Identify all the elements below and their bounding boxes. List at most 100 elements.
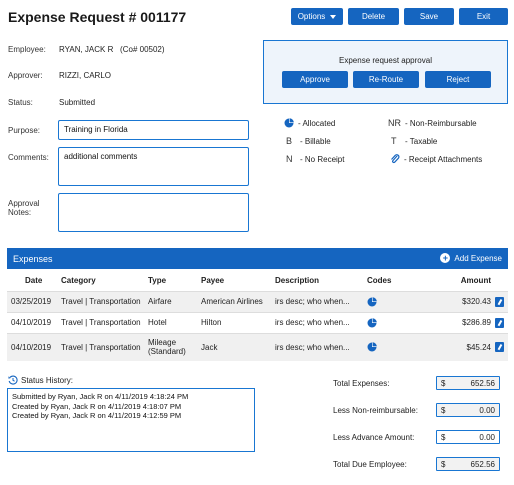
edit-icon[interactable] — [495, 317, 504, 328]
legend-nr-text: - Non-Reimbursable — [405, 118, 477, 128]
delete-button[interactable]: Delete — [348, 8, 399, 25]
history-icon — [8, 375, 18, 385]
row-edit — [493, 312, 508, 333]
row-description: irs desc; who when... — [275, 342, 350, 352]
legend-allocated: - Allocated — [284, 118, 335, 128]
table-row[interactable]: 03/25/2019 Travel | Transportation Airfa… — [7, 291, 508, 312]
reject-button[interactable]: Reject — [425, 71, 491, 88]
edit-icon[interactable] — [495, 296, 504, 307]
approval-title: Expense request approval — [339, 56, 432, 65]
purpose-label: Purpose: — [8, 126, 41, 135]
row-description: irs desc; who when... — [275, 318, 350, 327]
legend-taxable-text: - Taxable — [405, 136, 438, 146]
legend-taxable: T - Taxable — [391, 136, 437, 146]
currency-symbol: $ — [441, 405, 446, 415]
approver-value: RIZZI, CARLO — [59, 71, 112, 80]
reroute-button[interactable]: Re-Route — [353, 71, 419, 88]
legend-nr-code: NR — [388, 118, 401, 128]
row-payee: Hilton — [201, 318, 222, 327]
exit-button[interactable]: Exit — [459, 8, 508, 25]
col-edit — [493, 271, 508, 291]
row-codes — [365, 333, 415, 361]
legend-no-receipt: N - No Receipt — [286, 154, 344, 164]
pie-chart-icon[interactable] — [367, 317, 377, 328]
pie-chart-icon — [284, 118, 294, 128]
row-codes — [365, 291, 415, 312]
total-due-field: $ 652.56 — [436, 457, 500, 471]
options-button[interactable]: Options — [291, 8, 343, 25]
currency-symbol: $ — [441, 459, 446, 469]
legend-receipt-attachments-text: - Receipt Attachments — [404, 154, 483, 164]
col-codes[interactable]: Codes — [365, 271, 415, 291]
status-history-label: Status History: — [8, 375, 73, 385]
row-amount: $286.89 — [462, 318, 491, 327]
row-category: Travel | Transportation — [61, 297, 141, 306]
less-nonreimb-value: 0.00 — [479, 405, 495, 415]
edit-icon[interactable] — [495, 342, 504, 353]
less-advance-input[interactable]: $ 0.00 — [436, 430, 500, 444]
status-label: Status: — [8, 98, 33, 107]
row-date: 04/10/2019 — [11, 318, 52, 327]
caret-down-icon — [330, 14, 337, 19]
expenses-header: Expenses + Add Expense — [7, 248, 508, 269]
status-history-title: Status History: — [21, 375, 74, 385]
approve-button[interactable]: Approve — [282, 71, 348, 88]
row-edit — [493, 291, 508, 312]
table-row[interactable]: 04/10/2019 Travel | Transportation Milea… — [7, 333, 508, 361]
history-line: Submitted by Ryan, Jack R on 4/11/2019 4… — [12, 392, 189, 401]
expenses-table: Date Category Type Payee Description Cod… — [7, 271, 508, 361]
history-line: Created by Ryan, Jack R on 4/11/2019 4:1… — [12, 411, 182, 420]
save-button[interactable]: Save — [404, 8, 454, 25]
row-payee: American Airlines — [201, 297, 263, 306]
row-payee: Jack — [201, 342, 218, 352]
approver-label: Approver: — [8, 71, 43, 80]
row-amount: $45.24 — [466, 342, 491, 352]
less-nonreimb-field: $ 0.00 — [436, 403, 500, 417]
col-amount[interactable]: Amount — [415, 271, 493, 291]
total-expenses-field: $ 652.56 — [436, 376, 500, 390]
row-type: Mileage (Standard) — [148, 338, 186, 357]
history-line: Created by Ryan, Jack R on 4/11/2019 4:1… — [12, 401, 182, 411]
comments-label: Comments: — [8, 153, 49, 162]
status-value: Submitted — [59, 98, 96, 107]
total-due-label: Total Due Employee: — [333, 460, 407, 469]
row-codes — [365, 312, 415, 333]
col-description[interactable]: Description — [273, 271, 365, 291]
approval-notes-textarea[interactable] — [58, 193, 249, 232]
plus-circle-icon: + — [440, 253, 451, 263]
paperclip-icon — [391, 154, 400, 164]
currency-symbol: $ — [441, 378, 446, 388]
row-date: 03/25/2019 — [11, 297, 52, 306]
status-history-box[interactable]: Submitted by Ryan, Jack R on 4/11/2019 4… — [7, 388, 255, 452]
legend-no-receipt-code: N — [286, 154, 293, 164]
pie-chart-icon[interactable] — [367, 342, 377, 352]
currency-symbol: $ — [441, 432, 446, 442]
total-expenses-label: Total Expenses: — [333, 379, 390, 388]
legend-non-reimbursable: NR - Non-Reimbursable — [388, 118, 477, 128]
page-title: Expense Request # 001177 — [8, 9, 187, 25]
legend-allocated-text: - Allocated — [298, 118, 336, 128]
less-nonreimb-label: Less Non-reimbursable: — [333, 406, 418, 415]
row-date: 04/10/2019 — [11, 342, 52, 352]
col-type[interactable]: Type — [146, 271, 199, 291]
add-expense-button[interactable]: + Add Expense — [440, 253, 502, 263]
row-category: Travel | Transportation — [61, 342, 141, 352]
col-date[interactable]: Date — [7, 271, 59, 291]
purpose-input[interactable]: Training in Florida — [58, 120, 249, 140]
expenses-title: Expenses — [13, 254, 53, 264]
row-description: irs desc; who when... — [275, 297, 350, 306]
options-label: Options — [297, 12, 326, 21]
legend-receipt-attachments: - Receipt Attachments — [390, 154, 482, 164]
employee-value: RYAN, JACK R (Co# 00502) — [59, 45, 165, 54]
legend-no-receipt-text: - No Receipt — [300, 154, 345, 164]
pie-chart-icon[interactable] — [367, 296, 377, 307]
row-category: Travel | Transportation — [61, 318, 141, 327]
row-amount: $320.43 — [462, 297, 491, 306]
legend-billable-code: B — [286, 136, 293, 146]
col-category[interactable]: Category — [59, 271, 146, 291]
approval-notes-label: Approval Notes: — [8, 199, 40, 217]
row-type: Hotel — [148, 318, 167, 327]
table-row[interactable]: 04/10/2019 Travel | Transportation Hotel… — [7, 312, 508, 333]
col-payee[interactable]: Payee — [199, 271, 273, 291]
comments-textarea[interactable]: additional comments — [58, 147, 249, 186]
